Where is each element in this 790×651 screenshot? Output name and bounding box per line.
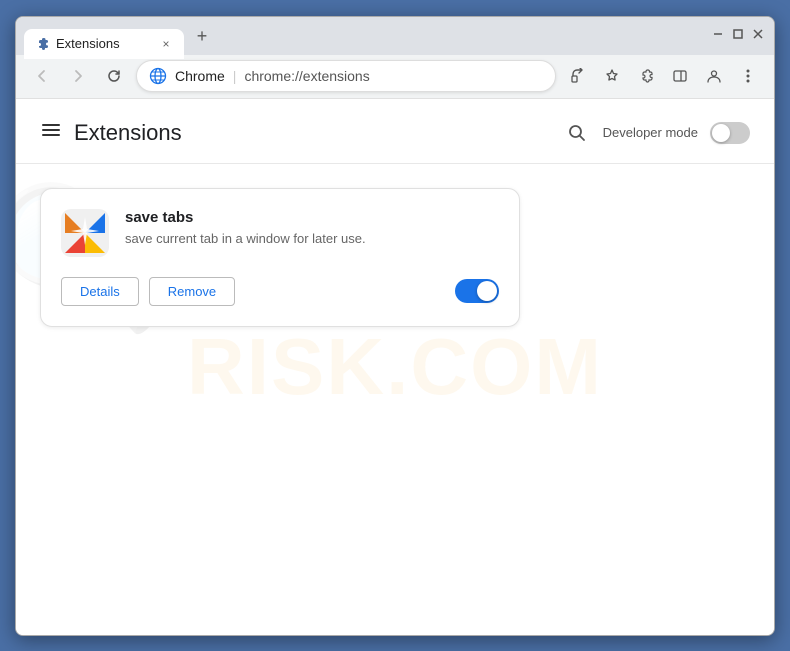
- hamburger-menu-icon[interactable]: [40, 119, 62, 147]
- extension-header: save tabs save current tab in a window f…: [61, 209, 499, 257]
- extension-name: save tabs: [125, 209, 499, 226]
- url-divider: |: [233, 68, 237, 84]
- title-bar: Extensions × +: [16, 17, 774, 55]
- active-tab[interactable]: Extensions ×: [24, 29, 184, 59]
- header-right: Developer mode: [563, 119, 750, 147]
- close-button[interactable]: [750, 26, 766, 42]
- extension-actions: Details Remove: [61, 277, 235, 306]
- profile-icon-button[interactable]: [700, 62, 728, 90]
- new-tab-button[interactable]: +: [188, 23, 216, 51]
- extension-card: save tabs save current tab in a window f…: [40, 188, 520, 327]
- extensions-icon-button[interactable]: [632, 62, 660, 90]
- site-name: Chrome: [175, 68, 225, 84]
- extensions-header: Extensions Developer mode: [16, 99, 774, 164]
- search-icon-button[interactable]: [563, 119, 591, 147]
- developer-mode-label: Developer mode: [603, 125, 698, 140]
- extensions-list: save tabs save current tab in a window f…: [16, 164, 774, 351]
- address-bar: Chrome | chrome://extensions: [16, 55, 774, 99]
- extension-icon: [61, 209, 109, 257]
- back-button[interactable]: [28, 62, 56, 90]
- remove-button[interactable]: Remove: [149, 277, 235, 306]
- forward-button[interactable]: [64, 62, 92, 90]
- tab-title: Extensions: [56, 36, 152, 51]
- extension-description: save current tab in a window for later u…: [125, 230, 499, 248]
- extension-info: save tabs save current tab in a window f…: [125, 209, 499, 248]
- site-icon: [149, 67, 167, 85]
- page-content: 🔍 RISK.COM Extensions: [16, 99, 774, 635]
- minimize-button[interactable]: [710, 26, 726, 42]
- tab-area: Extensions × +: [24, 17, 702, 55]
- browser-window: Extensions × +: [15, 16, 775, 636]
- tab-favicon-icon: [34, 36, 50, 52]
- extension-toggle[interactable]: [455, 279, 499, 303]
- developer-mode-toggle[interactable]: [710, 122, 750, 144]
- omnibox[interactable]: Chrome | chrome://extensions: [136, 60, 556, 92]
- toolbar-icons: [564, 62, 762, 90]
- extension-footer: Details Remove: [61, 277, 499, 306]
- tab-close-button[interactable]: ×: [158, 36, 174, 52]
- page-title: Extensions: [74, 120, 182, 146]
- share-icon-button[interactable]: [564, 62, 592, 90]
- details-button[interactable]: Details: [61, 277, 139, 306]
- window-controls: [710, 26, 766, 46]
- maximize-button[interactable]: [730, 26, 746, 42]
- bookmark-icon-button[interactable]: [598, 62, 626, 90]
- side-panel-icon-button[interactable]: [666, 62, 694, 90]
- extensions-title-area: Extensions: [40, 119, 182, 147]
- url-display: chrome://extensions: [244, 68, 369, 84]
- reload-button[interactable]: [100, 62, 128, 90]
- more-options-button[interactable]: [734, 62, 762, 90]
